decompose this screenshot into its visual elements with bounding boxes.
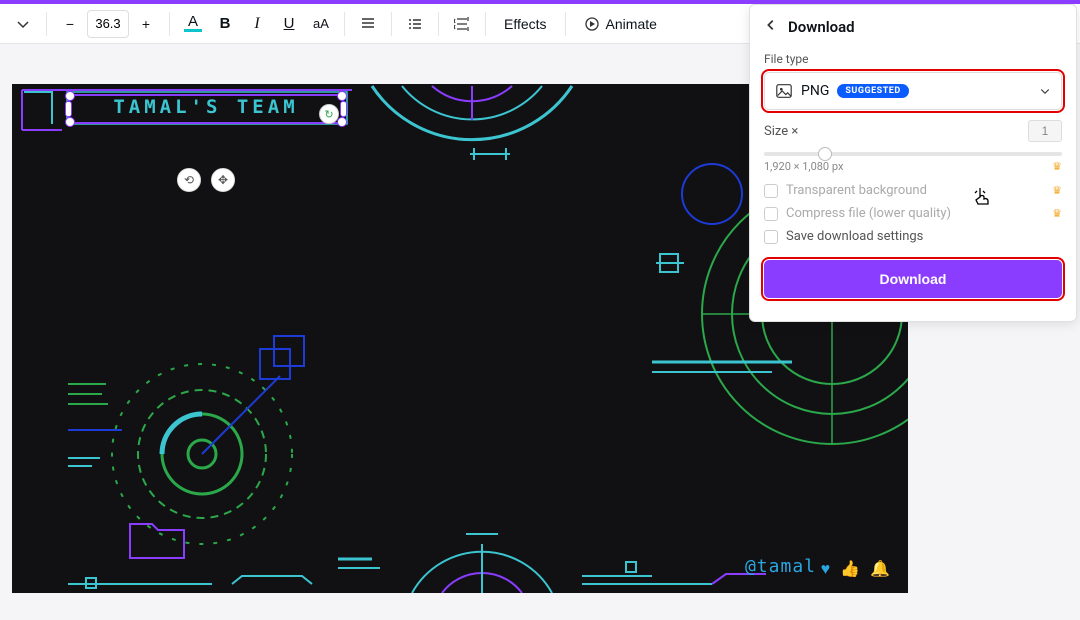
cursor-icon [974, 186, 992, 210]
option-label: Transparent background [786, 183, 927, 198]
size-input[interactable] [1028, 120, 1062, 142]
toolbar-separator [438, 12, 439, 36]
crown-icon: ♛ [1052, 160, 1062, 173]
spacing-icon [454, 16, 470, 32]
size-label: Size × [764, 124, 798, 139]
font-size-increase[interactable]: + [131, 9, 161, 39]
compress-option[interactable]: Compress file (lower quality) ♛ [764, 206, 1062, 221]
slider-thumb[interactable] [818, 147, 832, 161]
chevron-down-icon [15, 16, 31, 32]
panel-header: Download [764, 17, 1062, 36]
back-button[interactable] [764, 17, 778, 36]
sync-handle[interactable]: ⟲ [177, 168, 201, 192]
crown-icon: ♛ [1052, 184, 1062, 197]
text-case-button[interactable]: aA [306, 9, 336, 39]
download-button[interactable]: Download [764, 260, 1062, 298]
thumbs-up-icon: 👍 [840, 559, 860, 579]
font-size-decrease[interactable]: − [55, 9, 85, 39]
toolbar-separator [46, 12, 47, 36]
toolbar-separator [565, 12, 566, 36]
chevron-left-icon [764, 18, 778, 32]
image-icon [775, 82, 793, 100]
crown-icon: ♛ [1052, 207, 1062, 220]
size-slider[interactable] [764, 152, 1062, 156]
suggested-badge: SUGGESTED [837, 84, 908, 98]
dimensions-text: 1,920 × 1,080 px [764, 160, 843, 173]
transparent-bg-option[interactable]: Transparent background ♛ [764, 183, 1062, 198]
move-handle[interactable]: ✥ [211, 168, 235, 192]
download-panel: Download File type PNG SUGGESTED Size × … [749, 4, 1077, 322]
option-label: Compress file (lower quality) [786, 206, 951, 221]
align-icon [360, 16, 376, 32]
checkbox[interactable] [764, 207, 778, 221]
checkbox[interactable] [764, 230, 778, 244]
toolbar-separator [169, 12, 170, 36]
text-align-button[interactable] [353, 9, 383, 39]
toolbar-separator [391, 12, 392, 36]
effects-button[interactable]: Effects [494, 9, 557, 39]
panel-title: Download [788, 18, 855, 36]
underline-button[interactable]: U [274, 9, 304, 39]
file-type-select[interactable]: PNG SUGGESTED [764, 72, 1062, 110]
list-icon [407, 16, 423, 32]
list-button[interactable] [400, 9, 430, 39]
social-icons: ♥ 👍 🔔 [821, 559, 890, 579]
font-size-input[interactable] [87, 10, 129, 38]
dimensions-row: 1,920 × 1,080 px ♛ [764, 160, 1062, 173]
app-accent-strip [0, 0, 1080, 4]
option-label: Save download settings [786, 229, 923, 244]
animate-icon [584, 16, 600, 32]
selection-box[interactable] [68, 94, 344, 124]
save-settings-option[interactable]: Save download settings [764, 229, 1062, 244]
text-color-button[interactable]: A [178, 9, 208, 39]
bold-button[interactable]: B [210, 9, 240, 39]
text-color-icon: A [184, 15, 202, 32]
animate-button[interactable]: Animate [574, 9, 667, 39]
toolbar-separator [485, 12, 486, 36]
spacing-button[interactable] [447, 9, 477, 39]
heart-icon: ♥ [821, 559, 831, 579]
file-type-value: PNG [801, 83, 829, 99]
handle-text: @tamal [745, 556, 816, 577]
italic-button[interactable]: I [242, 9, 272, 39]
chevron-down-icon [1039, 82, 1051, 101]
element-controls: ⟲ ✥ [177, 168, 235, 192]
font-family-dropdown[interactable] [8, 9, 38, 39]
checkbox[interactable] [764, 184, 778, 198]
bell-icon: 🔔 [870, 559, 890, 579]
rotate-handle[interactable]: ↻ [319, 104, 339, 124]
size-row: Size × [764, 120, 1062, 142]
file-type-label: File type [764, 52, 1062, 66]
toolbar-separator [344, 12, 345, 36]
